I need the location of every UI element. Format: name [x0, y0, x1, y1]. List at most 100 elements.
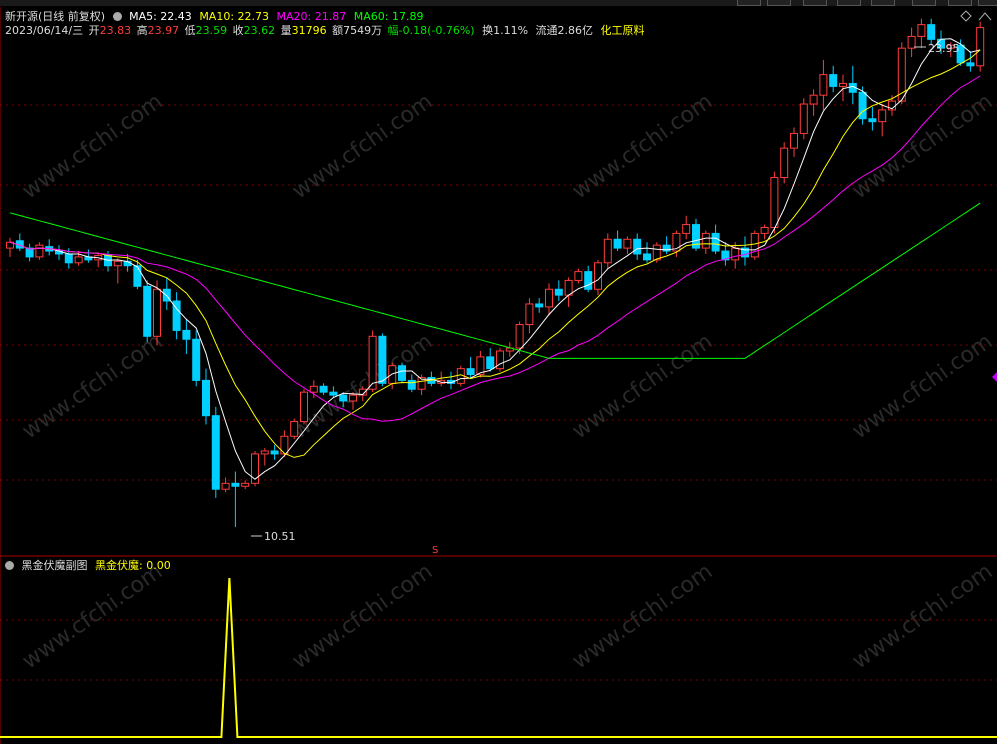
- candle-body: [790, 132, 798, 149]
- watermark-text: www.cfchi.com: [568, 559, 717, 674]
- low-annotation: 10.51: [251, 530, 296, 543]
- candle-body: [398, 365, 406, 381]
- candle-body: [260, 450, 269, 455]
- candle-body: [574, 271, 583, 281]
- watermark-text: www.cfchi.com: [568, 329, 717, 444]
- candle-body: [701, 232, 710, 249]
- candle-body: [486, 356, 495, 370]
- candle-body: [633, 238, 642, 255]
- diamond-icon[interactable]: [960, 10, 972, 22]
- volume-value: 31796: [291, 24, 327, 37]
- candle-body: [839, 82, 847, 87]
- candle-body: [682, 224, 691, 234]
- candle-body: [113, 260, 122, 267]
- change-value: 幅-0.18(-0.76%): [387, 24, 475, 37]
- candle-body: [378, 335, 387, 384]
- candle-body: [368, 335, 377, 390]
- volume-label: 量: [280, 24, 292, 37]
- float-cap-value: 流通2.86亿: [535, 24, 594, 37]
- candle-body: [809, 94, 818, 105]
- candle-body: [711, 232, 720, 252]
- candle-body: [770, 177, 779, 229]
- open-label: 开: [88, 24, 100, 37]
- candle-body: [652, 244, 661, 261]
- watermark-text: www.cfchi.com: [18, 559, 167, 674]
- candle-body: [133, 265, 142, 287]
- ma20-value: MA20: 21.87: [276, 10, 347, 23]
- sub-header: 黑金伏魔副图 黑金伏魔: 0.00: [5, 559, 175, 573]
- watermarks: www.cfchi.com www.cfchi.com www.cfchi.com w…: [18, 89, 997, 674]
- indicator-line: [0, 577, 997, 738]
- candle-body: [750, 232, 759, 258]
- indicator-value: 黑金伏魔: 0.00: [95, 559, 171, 572]
- candle-body: [192, 338, 201, 381]
- sub-settings-circle-icon[interactable]: [5, 561, 14, 570]
- candle-body: [613, 238, 622, 249]
- candle-body: [64, 253, 73, 264]
- chevron-up-icon[interactable]: [978, 12, 992, 21]
- candle-body: [143, 285, 152, 337]
- candle-body: [221, 482, 230, 490]
- candle-body: [35, 244, 44, 258]
- candle-body: [829, 74, 838, 87]
- candle-body: [868, 118, 877, 123]
- candle-body: [878, 109, 887, 123]
- candle-body: [182, 329, 191, 340]
- low-label: 低: [184, 24, 196, 37]
- candle-body: [584, 271, 593, 290]
- candle-body: [535, 303, 544, 308]
- candle-body: [388, 365, 397, 384]
- candle-body: [407, 379, 416, 390]
- close-label: 收: [232, 24, 244, 37]
- ma60-value: MA60: 17.89: [353, 10, 424, 23]
- ma10-value: MA10: 22.73: [199, 10, 270, 23]
- window-control-icons[interactable]: [960, 10, 992, 22]
- candle-body: [643, 253, 651, 261]
- candle-body: [202, 379, 210, 417]
- signal-s-marker: S: [432, 545, 438, 556]
- candle-body: [594, 262, 602, 290]
- candle-body: [153, 288, 161, 337]
- watermark-text: www.cfchi.com: [18, 89, 167, 204]
- candle-body: [819, 74, 828, 96]
- candle-body: [917, 24, 926, 37]
- candle-body: [780, 147, 789, 179]
- candle-body: [349, 394, 357, 402]
- watermark-text: www.cfchi.com: [288, 559, 437, 674]
- low-value: 23.59: [195, 24, 228, 37]
- close-value: 23.62: [243, 24, 276, 37]
- candle-body: [231, 482, 240, 487]
- candle-body: [907, 35, 916, 49]
- date-value: 2023/06/14/三: [5, 24, 84, 37]
- candle-body: [290, 421, 299, 437]
- candle-body: [515, 324, 524, 349]
- turnover-value: 换1.11%: [482, 24, 529, 37]
- candle-body: [211, 415, 220, 490]
- main-header-row1: 新开源(日线 前复权) MA5: 22.43 MA10: 22.73 MA20:…: [5, 10, 427, 24]
- high-value: 23.97: [147, 24, 180, 37]
- candle-body: [319, 385, 328, 393]
- candle-body: [976, 27, 985, 67]
- candle-body: [300, 391, 308, 423]
- indicator-line-path: [0, 577, 997, 738]
- watermark-text: www.cfchi.com: [568, 89, 717, 204]
- kline-chart[interactable]: www.cfchi.com www.cfchi.com www.cfchi.com w…: [0, 0, 997, 744]
- candle-body: [241, 482, 250, 487]
- main-header-row2: 2023/06/14/三 开23.83 高23.97 低23.59 收23.62…: [5, 24, 649, 38]
- high-annotation: 23.95: [914, 42, 960, 55]
- watermark-text: www.cfchi.com: [848, 329, 997, 444]
- settings-circle-icon[interactable]: [112, 12, 122, 21]
- candle-body: [525, 303, 534, 326]
- amount-value: 额7549万: [332, 24, 383, 37]
- open-value: 23.83: [99, 24, 132, 37]
- candle-body: [603, 238, 612, 264]
- candle-body: [329, 391, 338, 396]
- candle-body: [309, 385, 318, 393]
- industry-value: 化工原料: [600, 24, 645, 37]
- high-label: 高: [136, 24, 148, 37]
- candle-body: [554, 288, 563, 296]
- candle-body: [339, 394, 348, 402]
- watermark-text: www.cfchi.com: [848, 559, 997, 674]
- watermark-text: www.cfchi.com: [848, 89, 997, 204]
- ma20-line: [9, 75, 981, 422]
